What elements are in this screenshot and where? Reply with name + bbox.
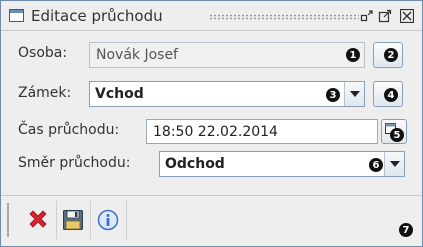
toolbar-separator (90, 201, 91, 239)
toolbar-separator (56, 201, 57, 239)
lock-label: Zámek: (18, 85, 72, 101)
chevron-down-icon[interactable] (344, 82, 364, 106)
badge-2: 2 (384, 48, 398, 62)
direction-value: Odchod (165, 156, 225, 172)
badge-5: 5 (390, 128, 404, 142)
time-value: 18:50 22.02.2014 (153, 123, 278, 140)
badge-3: 3 (326, 88, 340, 102)
badge-6: 6 (369, 158, 383, 172)
save-icon[interactable] (58, 201, 88, 239)
window-title: Editace průchodu (31, 7, 163, 25)
lock-value: Vchod (95, 86, 144, 102)
person-value: Novák Josef (96, 47, 178, 63)
restore-icon[interactable] (359, 8, 375, 24)
title-bar[interactable]: Editace průchodu (1, 1, 422, 31)
direction-label: Směr průchodu: (18, 155, 131, 171)
person-field: Novák Josef (89, 42, 365, 68)
person-label: Osoba: (18, 45, 68, 61)
toolbar-grip[interactable] (7, 203, 9, 237)
chevron-down-icon[interactable] (384, 152, 404, 176)
badge-7: 7 (399, 223, 413, 237)
title-drag-area (209, 14, 359, 20)
maximize-icon[interactable] (377, 8, 393, 24)
toolbar-separator (126, 201, 127, 239)
badge-4: 4 (384, 88, 398, 102)
time-label: Čas průchodu: (18, 122, 120, 138)
toolbar-divider (1, 195, 422, 196)
cancel-icon[interactable] (23, 201, 53, 239)
editace-window: Editace průchodu Osoba: Novák Josef 1 2 (0, 0, 423, 247)
info-icon[interactable] (93, 201, 123, 239)
window-icon (9, 9, 24, 22)
close-icon[interactable] (399, 8, 415, 24)
time-input[interactable]: 18:50 22.02.2014 (146, 119, 378, 144)
badge-1: 1 (346, 48, 360, 62)
lock-select[interactable]: Vchod (89, 81, 365, 107)
